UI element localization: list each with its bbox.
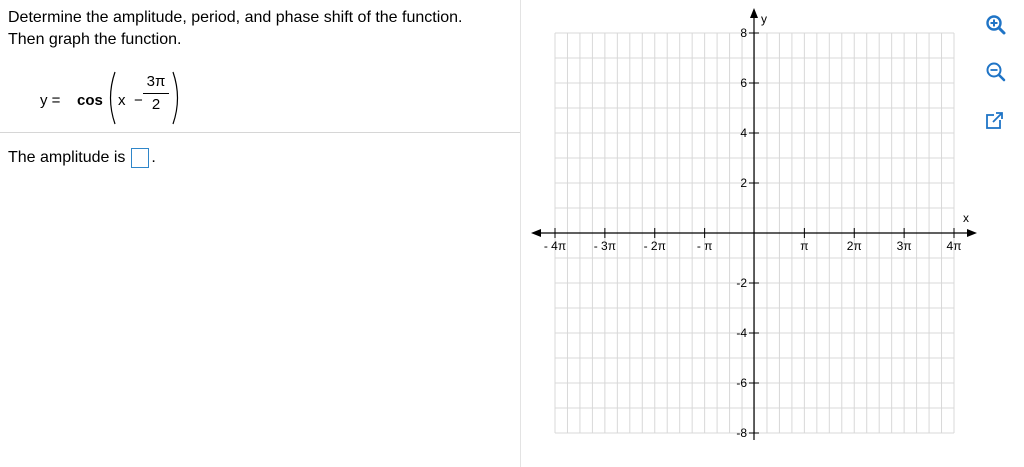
y-axis-label: y <box>761 12 767 26</box>
x-tick-label: - 2π <box>644 239 666 253</box>
x-tick-labels: - 4π - 3π - 2π - π π 2π 3π 4π <box>544 228 962 253</box>
equation-lhs: y = <box>40 92 61 109</box>
x-tick-label: 4π <box>947 239 962 253</box>
y-axis-arrow <box>750 8 758 18</box>
y-tick-label: -2 <box>736 276 747 290</box>
x-tick-label: 3π <box>897 239 912 253</box>
x-axis-arrow <box>967 229 977 237</box>
section-divider <box>0 132 520 133</box>
x-tick-label: - 4π <box>544 239 566 253</box>
y-tick-label: -4 <box>736 326 747 340</box>
amplitude-input[interactable] <box>131 148 150 168</box>
x-axis-label: x <box>963 211 969 225</box>
question-text: Determine the amplitude, period, and pha… <box>8 9 463 48</box>
zoom-out-icon[interactable] <box>986 62 1006 82</box>
x-tick-label: - π <box>697 239 713 253</box>
equation-variable: x <box>118 92 126 109</box>
x-tick-label: π <box>800 239 808 253</box>
y-tick-label: 6 <box>740 76 747 90</box>
axes <box>531 8 977 440</box>
fraction-numerator: 3π <box>146 73 166 90</box>
y-tick-label: 4 <box>740 126 747 140</box>
y-tick-label: -6 <box>736 376 747 390</box>
x-tick-label: - 3π <box>594 239 616 253</box>
fraction-denominator: 2 <box>151 96 161 113</box>
fraction-bar <box>143 93 169 94</box>
answer-line: The amplitude is. <box>8 147 156 169</box>
zoom-in-icon[interactable] <box>986 15 1006 35</box>
equation: y = cos x − 3π 2 <box>40 70 240 126</box>
equation-minus: − <box>134 92 143 109</box>
answer-period: . <box>151 149 156 166</box>
x-tick-label: 2π <box>847 239 862 253</box>
right-paren <box>172 71 179 125</box>
question-panel: Determine the amplitude, period, and pha… <box>0 0 520 467</box>
left-paren <box>109 71 116 125</box>
y-tick-label: 2 <box>740 176 747 190</box>
y-tick-label: -8 <box>736 426 747 440</box>
graph-panel[interactable]: - 4π - 3π - 2π - π π 2π 3π 4π 8 6 4 2 -2 -4 -6 -8 x y <box>521 0 1024 467</box>
y-tick-label: 8 <box>740 26 747 40</box>
equation-fraction: 3π 2 <box>143 73 169 114</box>
equation-function: cos <box>77 92 103 109</box>
popout-icon[interactable] <box>986 111 1004 129</box>
amplitude-label: The amplitude is <box>8 149 126 166</box>
x-axis-arrow-left <box>531 229 541 237</box>
